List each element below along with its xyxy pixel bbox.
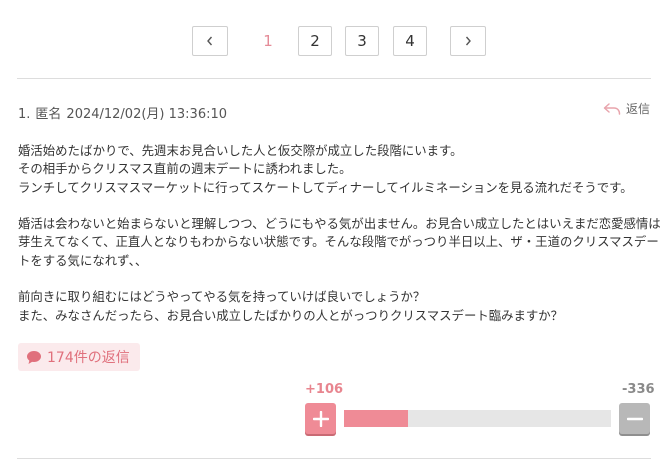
chevron-right-icon [465, 36, 471, 46]
reply-count-label: 174件の返信 [47, 350, 130, 366]
minus-icon [626, 417, 643, 420]
chevron-left-icon [207, 36, 213, 46]
reply-link[interactable]: 返信 [603, 100, 650, 117]
plus-vote-count: +106 [305, 382, 344, 397]
pagination: 1 2 3 4 [0, 26, 668, 58]
reply-arrow-icon [603, 102, 621, 115]
post-body-line: ランチしてクリスマスマーケットに行ってスケートしてディナーしてイルミネーションを… [18, 179, 633, 195]
top-divider [17, 78, 651, 79]
bottom-divider [17, 458, 651, 459]
post-body-line: 婚活は会わないと始まらないと理解しつつ、どうにもやる気が出ません。お見合い成立し… [18, 216, 661, 232]
vote-ratio-bar [344, 410, 611, 427]
post-datetime: 2024/12/02(月) 13:36:10 [66, 107, 228, 122]
speech-bubble-icon [27, 350, 41, 364]
post-body-line: 婚活始めたばかりで、先週末お見合いした人と仮交際が成立した段階にいます。 [18, 143, 463, 158]
plus-vote-button[interactable] [305, 403, 336, 434]
page: 1 2 3 4 1. 匿名 2024/12/02(月) 13:36:10 返信 婚活… [0, 0, 668, 473]
post-body-line: トをする気になれず、、 [18, 252, 148, 268]
minus-vote-button[interactable] [619, 403, 650, 434]
page-button-1[interactable]: 1 [251, 26, 285, 56]
post-body-line: 芽生えてなくて、正直人となりもわからない状態です。そんな段階でがっつり半日以上、… [18, 234, 659, 250]
next-page-button[interactable] [450, 26, 486, 56]
post-body: 婚活始めたばかりで、先週末お見合いした人と仮交際が成立した段階にいます。 その相… [18, 142, 661, 325]
page-button-3[interactable]: 3 [345, 26, 379, 56]
post-body-line: その相手からクリスマス直前の週末デートに誘われました。 [18, 161, 352, 177]
post-meta: 1. 匿名 2024/12/02(月) 13:36:10 [18, 103, 232, 122]
minus-vote-count: -336 [622, 382, 655, 397]
prev-page-button[interactable] [192, 26, 228, 56]
post-number: 1. [18, 107, 31, 122]
post-body-line: 前向きに取り組むにはどうやってやる気を持っていけば良いでしょうか？ [18, 289, 426, 305]
vote-ratio-fill [344, 410, 409, 427]
post-author: 匿名 [35, 107, 62, 122]
plus-icon [312, 410, 329, 427]
post-body-line: また、みなさんだったら、お見合い成立したばかりの人とがっつりクリスマスデート臨み… [18, 307, 564, 323]
page-button-4[interactable]: 4 [393, 26, 427, 56]
reply-label: 返信 [625, 102, 650, 116]
page-button-2[interactable]: 2 [298, 26, 332, 56]
reply-count-button[interactable]: 174件の返信 [18, 343, 140, 371]
